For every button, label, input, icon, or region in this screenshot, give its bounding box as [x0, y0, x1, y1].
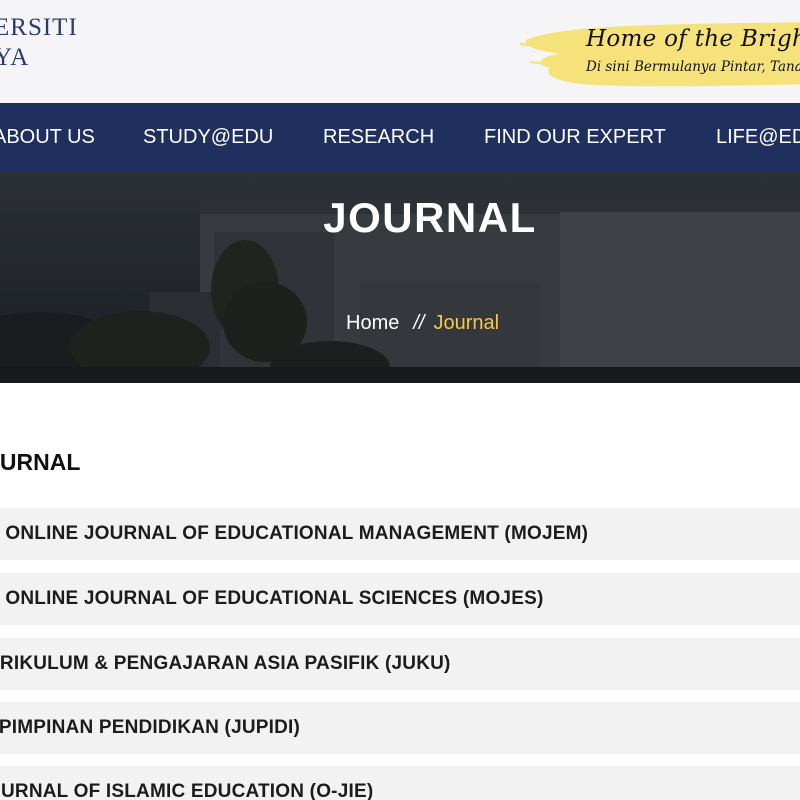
journal-item-o-jie[interactable]: OURNAL OF ISLAMIC EDUCATION (O-JIE) [0, 766, 800, 800]
journal-item-mojes[interactable]: N ONLINE JOURNAL OF EDUCATIONAL SCIENCES… [0, 573, 800, 625]
nav-life-edu[interactable]: LIFE@ED [716, 103, 800, 172]
breadcrumb: Home // Journal [346, 312, 499, 335]
journal-item-mojem[interactable]: N ONLINE JOURNAL OF EDUCATIONAL MANAGEME… [0, 508, 800, 560]
section-title: OURNAL [0, 449, 81, 475]
main-navigation: ABOUT US STUDY@EDU RESEARCH FIND OUR EXP… [0, 103, 800, 172]
slogan-english: Home of the Bright, La [586, 26, 800, 52]
journal-item-label: OURNAL OF ISLAMIC EDUCATION (O-JIE) [0, 781, 374, 800]
journal-item-jupidi[interactable]: EPIMPINAN PENDIDIKAN (JUPIDI) [0, 702, 800, 754]
nav-find-our-expert[interactable]: FIND OUR EXPERT [484, 103, 666, 172]
journal-item-label: EPIMPINAN PENDIDIKAN (JUPIDI) [0, 717, 301, 738]
journal-item-label: N ONLINE JOURNAL OF EDUCATIONAL SCIENCES… [0, 588, 544, 609]
slogan-malay: Di sini Bermulanya Pintar, Tana [586, 59, 800, 75]
breadcrumb-separator: // [413, 312, 425, 334]
breadcrumb-current: Journal [433, 312, 500, 334]
nav-about-us[interactable]: ABOUT US [0, 103, 95, 172]
breadcrumb-home-link[interactable]: Home [346, 312, 399, 334]
nav-study-edu[interactable]: STUDY@EDU [143, 103, 273, 172]
journal-item-label: URIKULUM & PENGAJARAN ASIA PASIFIK (JUKU… [0, 653, 451, 674]
site-header: ERSITI YA Home of the Bright, La Di sini… [0, 0, 800, 103]
logo-text-line2: YA [0, 44, 30, 71]
logo-text-line1: ERSITI [0, 14, 78, 41]
journal-item-juku[interactable]: URIKULUM & PENGAJARAN ASIA PASIFIK (JUKU… [0, 638, 800, 690]
journal-item-label: N ONLINE JOURNAL OF EDUCATIONAL MANAGEME… [0, 523, 589, 544]
nav-research[interactable]: RESEARCH [323, 103, 434, 172]
slogan-banner: Home of the Bright, La Di sini Bermulany… [520, 18, 800, 88]
page-title: JOURNAL [323, 194, 537, 241]
hero-banner: JOURNAL Home // Journal [0, 172, 800, 383]
